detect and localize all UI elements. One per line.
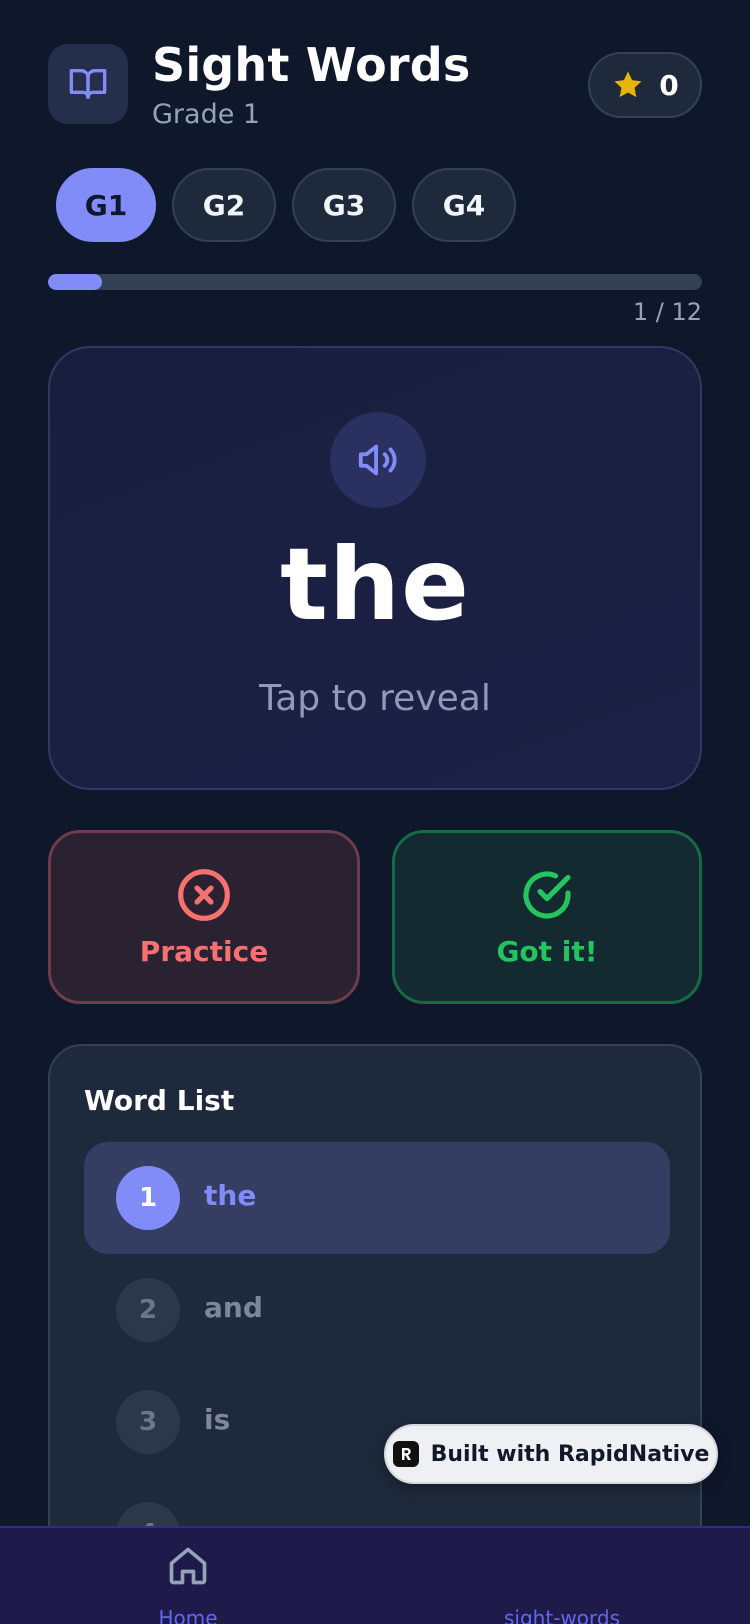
tab-g3[interactable]: G3 <box>292 168 396 242</box>
tab-g1[interactable]: G1 <box>56 168 156 242</box>
star-count: 0 <box>659 68 679 102</box>
tab-home-label: Home <box>158 1606 218 1624</box>
rapidnative-logo-icon <box>392 1441 419 1467</box>
page-title: Sight Words <box>152 38 471 92</box>
tab-home[interactable]: Home <box>88 1544 288 1624</box>
word-list-title: Word List <box>84 1084 235 1117</box>
list-item[interactable]: 1 the <box>84 1142 670 1254</box>
header: Sight Words Grade 1 0 <box>48 38 702 130</box>
grade-subtitle: Grade 1 <box>152 99 261 130</box>
practice-label: Practice <box>139 934 269 968</box>
bottom-tab-bar: Home sight-words <box>0 1526 750 1624</box>
flash-card[interactable]: the Tap to reveal <box>48 346 702 790</box>
sight-word: the <box>280 526 470 643</box>
stars-counter[interactable]: 0 <box>588 52 702 118</box>
built-with-badge[interactable]: Built with RapidNative <box>384 1424 718 1484</box>
list-item-word: and <box>204 1291 263 1324</box>
list-item-number: 3 <box>116 1390 180 1454</box>
progress-count: 1 / 12 <box>632 298 702 326</box>
check-circle-icon <box>523 870 571 919</box>
x-circle-icon <box>178 868 230 921</box>
progress-bar <box>48 274 702 290</box>
reveal-hint: Tap to reveal <box>259 678 491 719</box>
app-screen: Sight Words Grade 1 0 G1 G2 G3 G4 1 / 12… <box>0 0 750 1624</box>
list-item-number: 2 <box>116 1278 180 1342</box>
tab-sight-words-label: sight-words <box>504 1606 620 1624</box>
list-item-word: the <box>204 1179 257 1212</box>
play-sound-button[interactable] <box>330 412 426 508</box>
book-open-icon <box>69 69 107 100</box>
speaker-icon <box>358 444 397 476</box>
practice-button[interactable]: Practice <box>48 830 360 1004</box>
home-icon <box>169 1547 207 1585</box>
tab-g2[interactable]: G2 <box>172 168 276 242</box>
got-it-label: Got it! <box>496 934 598 968</box>
progress-fill <box>48 274 103 290</box>
tab-g4[interactable]: G4 <box>412 168 516 242</box>
grade-tabs: G1 G2 G3 G4 <box>56 168 516 242</box>
got-it-button[interactable]: Got it! <box>392 830 702 1004</box>
book-icon-badge <box>48 44 128 124</box>
star-icon <box>614 71 642 98</box>
list-item[interactable]: 2 and <box>84 1254 670 1366</box>
list-item-number: 1 <box>116 1166 180 1230</box>
list-item-word: is <box>204 1403 231 1436</box>
built-with-text: Built with RapidNative <box>430 1441 710 1467</box>
